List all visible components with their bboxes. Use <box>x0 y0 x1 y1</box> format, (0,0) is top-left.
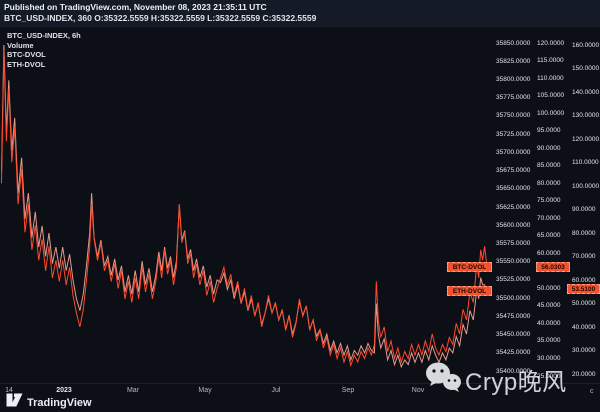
time-axis-label: Sep <box>342 387 354 394</box>
legend-item-btc-dvol[interactable]: BTC-DVOL <box>7 50 81 60</box>
time-axis-label: Jul <box>272 387 281 394</box>
btc_dvol-tick: 95.0000 <box>537 127 561 134</box>
tradingview-logo-icon <box>6 393 23 412</box>
btc_dvol-tick: 80.0000 <box>537 180 561 187</box>
wechat-icon <box>424 360 462 398</box>
price-tick: 35700.0000 <box>496 149 530 156</box>
price-tick: 35800.0000 <box>496 76 530 83</box>
eth_dvol-tick: 40.0000 <box>572 324 596 331</box>
price-tick: 35775.0000 <box>496 94 530 101</box>
time-axis-label: May <box>198 387 211 394</box>
eth_dvol-tick: 50.0000 <box>572 300 596 307</box>
btc-dvol-line[interactable] <box>2 50 489 366</box>
price-tick: 35600.0000 <box>496 222 530 229</box>
eth_dvol-tick: 70.0000 <box>572 253 596 260</box>
legend-item-eth-dvol[interactable]: ETH-DVOL <box>7 60 81 70</box>
eth_dvol-tick: 140.0000 <box>572 89 599 96</box>
eth_dvol-tick: 90.0000 <box>572 206 596 213</box>
btc_dvol-tick: 110.0000 <box>537 75 564 82</box>
price-tick: 35500.0000 <box>496 295 530 302</box>
eth_dvol-tick: 60.0000 <box>572 277 596 284</box>
price-tick: 35475.0000 <box>496 313 530 320</box>
btc_dvol-tick: 45.0000 <box>537 302 561 309</box>
tradingview-logo[interactable]: TradingView <box>6 393 92 412</box>
eth_dvol-tick: 100.0000 <box>572 183 599 190</box>
time-axis-label: Nov <box>412 387 424 394</box>
eth_dvol-tick: 130.0000 <box>572 112 599 119</box>
price-scale-eth-dvol[interactable]: 160.0000 150.0000 140.0000 130.0000 120.0000… <box>572 0 600 412</box>
watermark-text: Cryp晚风 <box>465 362 567 397</box>
chart-legend: BTC_USD-INDEX, 6h Volume BTC-DVOL ETH-DV… <box>7 31 81 69</box>
price-tick: 35450.0000 <box>496 331 530 338</box>
btc_dvol-tick: 50.0000 <box>537 285 561 292</box>
btc_dvol-tick: 40.0000 <box>537 320 561 327</box>
price-scale-btc-dvol[interactable]: 120.0000 115.0000 110.0000 105.0000 100.0000… <box>537 0 567 412</box>
btc_dvol-tick: 60.0000 <box>537 250 561 257</box>
price-tick: 35550.0000 <box>496 258 530 265</box>
price-tick: 35675.0000 <box>496 167 530 174</box>
eth_dvol-tick: 20.0000 <box>572 371 596 378</box>
btc-dvol-series-tag[interactable]: BTC-DVOL <box>447 262 492 272</box>
watermark-corner-letter: c <box>590 388 594 395</box>
price-tick: 35575.0000 <box>496 240 530 247</box>
btc_dvol-tick: 105.0000 <box>537 92 564 99</box>
price-tick: 35750.0000 <box>496 112 530 119</box>
btc_dvol-tick: 100.0000 <box>537 110 564 117</box>
eth_dvol-tick: 110.0000 <box>572 159 599 166</box>
eth-dvol-series-tag[interactable]: ETH-DVOL <box>447 286 492 296</box>
btc_dvol-tick: 115.0000 <box>537 57 564 64</box>
eth_dvol-tick: 160.0000 <box>572 42 599 49</box>
legend-item-symbol[interactable]: BTC_USD-INDEX, 6h <box>7 31 81 41</box>
eth_dvol-tick: 150.0000 <box>572 65 599 72</box>
price-tick: 35825.0000 <box>496 58 530 65</box>
eth-dvol-line[interactable] <box>2 45 489 367</box>
btc_dvol-tick: 90.0000 <box>537 145 561 152</box>
btc_dvol-tick: 35.0000 <box>537 337 561 344</box>
price-tick: 35425.0000 <box>496 349 530 356</box>
eth_dvol-tick: 120.0000 <box>572 136 599 143</box>
price-tick: 35525.0000 <box>496 276 530 283</box>
price-tick: 35725.0000 <box>496 131 530 138</box>
time-axis-label: Mar <box>127 387 139 394</box>
btc_dvol-tick: 75.0000 <box>537 197 561 204</box>
legend-item-volume[interactable]: Volume <box>7 41 81 51</box>
price-tick: 35850.0000 <box>496 40 530 47</box>
price-tick: 35625.0000 <box>496 204 530 211</box>
eth-dvol-value-tag: 53.5100 <box>567 284 600 294</box>
btc_dvol-tick: 65.0000 <box>537 232 561 239</box>
btc_dvol-tick: 120.0000 <box>537 40 564 47</box>
btc-dvol-value-tag: 56.0303 <box>536 262 570 272</box>
btc_dvol-tick: 70.0000 <box>537 215 561 222</box>
eth_dvol-tick: 30.0000 <box>572 347 596 354</box>
tradingview-logo-text: TradingView <box>27 397 92 409</box>
eth_dvol-tick: 80.0000 <box>572 230 596 237</box>
price-scale-btc-usd[interactable]: 35850.0000 35825.0000 35800.0000 35775.0000… <box>496 0 532 412</box>
btc_dvol-tick: 85.0000 <box>537 162 561 169</box>
watermark: Cryp晚风 <box>424 360 567 398</box>
tradingview-published-chart: Published on TradingView.com, November 0… <box>0 0 600 412</box>
price-tick: 35650.0000 <box>496 185 530 192</box>
